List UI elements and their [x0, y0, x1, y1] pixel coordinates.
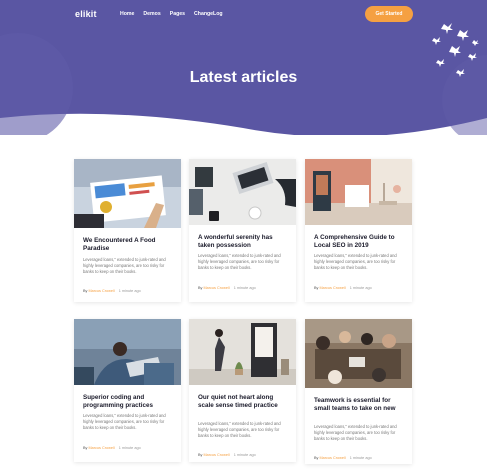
article-excerpt: Leveraged loans," extended to junk-rated… [83, 257, 166, 275]
article-card[interactable]: Superior coding and programming practice… [74, 319, 181, 462]
by-label: By [314, 456, 319, 460]
article-excerpt: Leveraged loans," extended to junk-rated… [314, 424, 397, 442]
author-link[interactable]: Marcus Crowell [320, 456, 346, 460]
post-time: 1 minute ago [349, 286, 372, 290]
article-image[interactable] [74, 319, 181, 385]
by-label: By [83, 446, 88, 450]
hero-banner: elikit Home Demos Pages ChangeLog Get St… [0, 0, 487, 135]
by-label: By [198, 453, 203, 457]
post-time: 1 minute ago [118, 446, 141, 450]
author-link[interactable]: Marcus Crowell [320, 286, 346, 290]
nav-links: Home Demos Pages ChangeLog [120, 11, 232, 17]
article-image[interactable] [189, 319, 296, 385]
author-link[interactable]: Marcus Crowell [89, 446, 115, 450]
by-label: By [198, 286, 203, 290]
nav-link-pages[interactable]: Pages [170, 11, 185, 17]
article-excerpt: Leveraged loans," extended to junk-rated… [83, 413, 166, 431]
birds-decoration-icon [432, 23, 479, 77]
article-card[interactable]: A wonderful serenity has taken possessio… [189, 159, 296, 302]
article-meta: By Marcus Crowell 1 minute ago [83, 446, 141, 450]
by-label: By [83, 289, 88, 293]
article-image[interactable] [74, 159, 181, 228]
post-time: 1 minute ago [233, 286, 256, 290]
article-excerpt: Leveraged loans," extended to junk-rated… [198, 253, 281, 271]
article-card[interactable]: Teamwork is essential for small teams to… [305, 319, 412, 464]
article-meta: By Marcus Crowell 1 minute ago [83, 289, 141, 293]
nav-link-demos[interactable]: Demos [143, 11, 160, 17]
post-time: 1 minute ago [349, 456, 372, 460]
article-meta: By Marcus Crowell 1 minute ago [314, 286, 372, 290]
article-title[interactable]: We Encountered A Food Paradise [83, 237, 175, 253]
by-label: By [314, 286, 319, 290]
article-meta: By Marcus Crowell 1 minute ago [198, 453, 256, 457]
top-navigation: elikit Home Demos Pages ChangeLog Get St… [0, 0, 487, 30]
post-time: 1 minute ago [233, 453, 256, 457]
article-image[interactable] [305, 159, 412, 225]
nav-link-changelog[interactable]: ChangeLog [194, 11, 223, 17]
author-link[interactable]: Marcus Crowell [89, 289, 115, 293]
article-excerpt: Leveraged loans," extended to junk-rated… [314, 253, 397, 271]
author-link[interactable]: Marcus Crowell [204, 286, 230, 290]
article-image[interactable] [189, 159, 296, 225]
article-title[interactable]: Our quiet not heart along scale sense ti… [198, 394, 290, 410]
post-time: 1 minute ago [118, 289, 141, 293]
article-card[interactable]: Our quiet not heart along scale sense ti… [189, 319, 296, 462]
site-logo[interactable]: elikit [75, 9, 97, 19]
article-card[interactable]: We Encountered A Food Paradise Leveraged… [74, 159, 181, 302]
article-meta: By Marcus Crowell 1 minute ago [198, 286, 256, 290]
article-meta: By Marcus Crowell 1 minute ago [314, 456, 372, 460]
page-title: Latest articles [189, 69, 298, 86]
article-title[interactable]: Superior coding and programming practice… [83, 394, 175, 410]
article-title[interactable]: A Comprehensive Guide to Local SEO in 20… [314, 234, 406, 250]
article-card[interactable]: A Comprehensive Guide to Local SEO in 20… [305, 159, 412, 302]
article-excerpt: Leveraged loans," extended to junk-rated… [198, 421, 281, 439]
nav-link-home[interactable]: Home [120, 11, 134, 17]
article-title[interactable]: A wonderful serenity has taken possessio… [198, 234, 290, 250]
get-started-button[interactable]: Get Started [365, 6, 413, 22]
article-title[interactable]: Teamwork is essential for small teams to… [314, 397, 406, 413]
author-link[interactable]: Marcus Crowell [204, 453, 230, 457]
article-image[interactable] [305, 319, 412, 388]
